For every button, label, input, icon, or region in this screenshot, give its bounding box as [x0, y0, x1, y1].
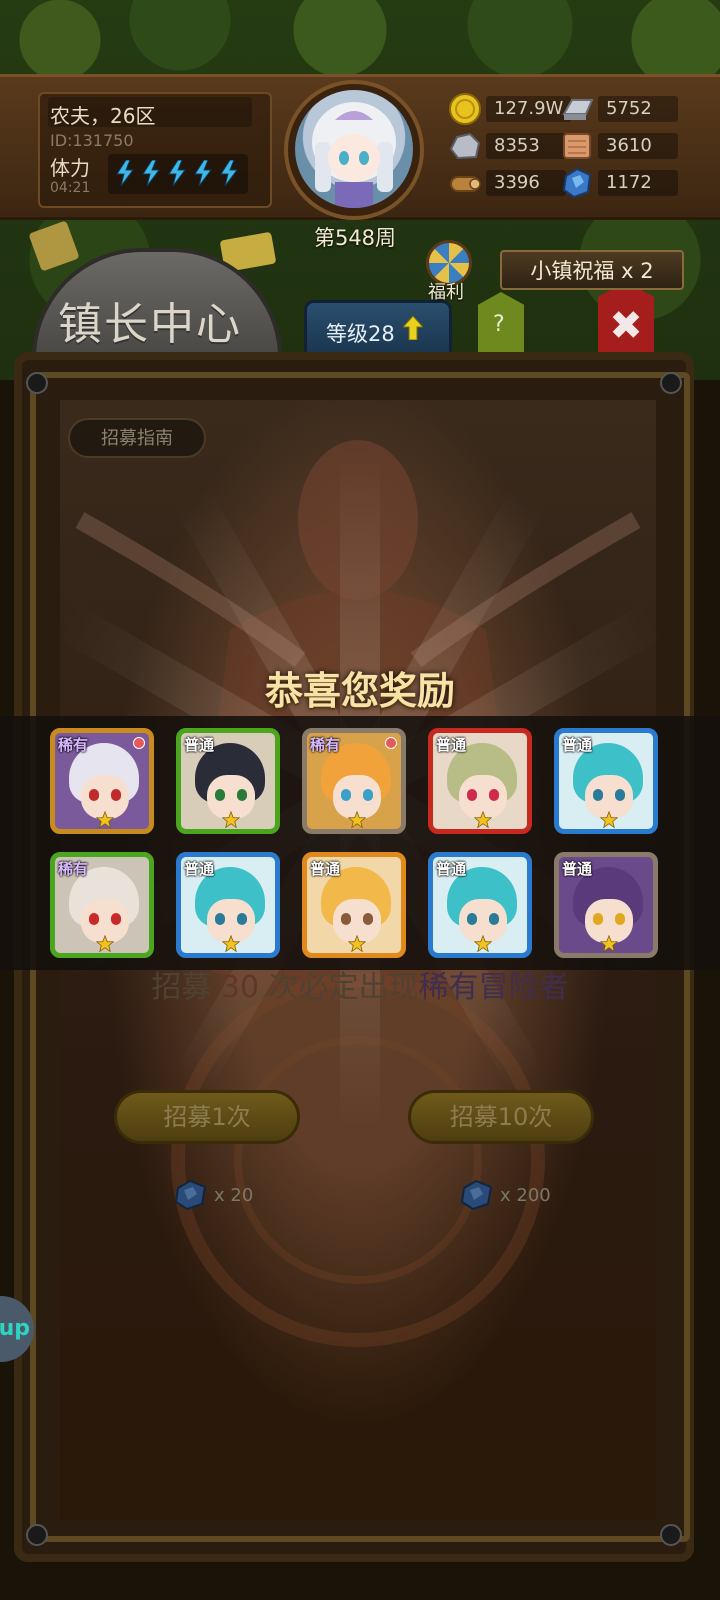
level-up-arrow-icon	[403, 316, 423, 340]
reward-card[interactable]: 普通	[428, 852, 532, 958]
star-icon	[221, 810, 241, 829]
gold-coin-icon	[448, 92, 482, 126]
reward-card[interactable]: 普通	[302, 852, 406, 958]
card-rarity-label: 普通	[436, 736, 467, 754]
welfare-label[interactable]: 福利	[428, 278, 464, 304]
player-id: ID:131750	[50, 131, 134, 150]
stamina-bolt-icon	[192, 158, 214, 188]
resource-crystal[interactable]: 1172	[560, 166, 678, 200]
card-rarity-label: 稀有	[58, 736, 89, 754]
star-icon	[347, 810, 367, 829]
star-icon	[473, 934, 493, 953]
iron-ingot-icon	[560, 92, 594, 126]
stamina-timer: 04:21	[50, 180, 91, 196]
cloth-value: 3610	[598, 133, 678, 159]
hall-title: 镇长中心	[58, 299, 242, 350]
crystal-icon	[174, 1179, 207, 1211]
stamina-label: 体力	[50, 156, 90, 180]
reward-card[interactable]: 普通	[176, 728, 280, 834]
recruit-ten-cost-value: x 200	[500, 1184, 551, 1206]
reward-card[interactable]: 普通	[554, 728, 658, 834]
card-rarity-label: 稀有	[310, 736, 341, 754]
reward-card[interactable]: 普通	[554, 852, 658, 958]
rivet-icon	[26, 1524, 48, 1546]
wood-log-icon	[448, 166, 482, 200]
reward-card[interactable]: 普通	[176, 852, 280, 958]
recruit-ten-button[interactable]: 招募10次	[408, 1090, 594, 1144]
card-rarity-label: 普通	[562, 736, 593, 754]
star-icon	[221, 934, 241, 953]
rivet-icon	[26, 372, 48, 394]
crystal-icon	[560, 166, 594, 200]
recruit-ten-cost: x 200	[458, 1178, 551, 1212]
pity-rarity: 稀有冒险者	[418, 970, 569, 1005]
iron-value: 5752	[598, 96, 678, 122]
stamina-bolt-icon	[114, 158, 136, 188]
stone-icon	[448, 129, 482, 163]
card-rarity-label: 普通	[436, 860, 467, 878]
reward-card[interactable]: 稀有	[50, 728, 154, 834]
stamina-bar[interactable]	[108, 154, 248, 194]
resource-cloth[interactable]: 3610	[560, 131, 678, 161]
resource-wood[interactable]: 3396	[448, 168, 566, 198]
card-rarity-label: 普通	[310, 860, 341, 878]
close-button[interactable]: ✖	[598, 282, 654, 356]
new-badge-icon	[133, 737, 145, 749]
card-rarity-label: 普通	[184, 736, 215, 754]
recruit-once-cost: x 20	[172, 1178, 253, 1212]
help-label: ?	[493, 312, 505, 337]
stamina-bolt-icon	[218, 158, 240, 188]
stamina-bolt-icon	[140, 158, 162, 188]
star-icon	[95, 934, 115, 953]
crystal-icon	[460, 1179, 493, 1211]
avatar[interactable]	[295, 90, 413, 208]
star-icon	[599, 810, 619, 829]
star-icon	[95, 810, 115, 829]
recruit-once-cost-value: x 20	[214, 1184, 254, 1206]
cloth-icon	[560, 129, 594, 163]
card-rarity-label: 普通	[184, 860, 215, 878]
rivet-icon	[660, 1524, 682, 1546]
player-name-server: 农夫，26区	[50, 104, 156, 128]
rivet-icon	[660, 372, 682, 394]
avatar-portrait-icon	[312, 102, 396, 208]
stamina-bolt-icon	[166, 158, 188, 188]
crystal-value: 1172	[598, 170, 678, 196]
pity-prefix: 招募	[151, 970, 212, 1005]
star-icon	[473, 810, 493, 829]
pity-middle: 次必定出现	[268, 970, 419, 1005]
week-counter: 第548周	[313, 226, 397, 250]
star-icon	[347, 934, 367, 953]
reward-card[interactable]: 普通	[428, 728, 532, 834]
resource-stone[interactable]: 8353	[448, 131, 566, 161]
close-icon: ✖	[609, 303, 643, 349]
stone-value: 8353	[486, 133, 566, 159]
reward-card[interactable]: 稀有	[302, 728, 406, 834]
pity-count: 30	[220, 970, 260, 1005]
town-blessing-banner[interactable]: 小镇祝福 x 2	[500, 250, 684, 290]
star-icon	[599, 934, 619, 953]
reward-title: 恭喜您奖励	[264, 669, 455, 713]
level-label: 等级28	[326, 322, 395, 346]
wood-value: 3396	[486, 170, 566, 196]
reward-card[interactable]: 稀有	[50, 852, 154, 958]
resource-iron[interactable]: 5752	[560, 94, 678, 124]
gold-value: 127.9W	[486, 96, 572, 122]
resource-gold[interactable]: 127.9W	[448, 92, 572, 126]
card-rarity-label: 稀有	[58, 860, 89, 878]
card-rarity-label: 普通	[562, 860, 593, 878]
new-badge-icon	[385, 737, 397, 749]
recruit-once-button[interactable]: 招募1次	[114, 1090, 300, 1144]
recruit-guide-button[interactable]: 招募指南	[68, 418, 206, 458]
